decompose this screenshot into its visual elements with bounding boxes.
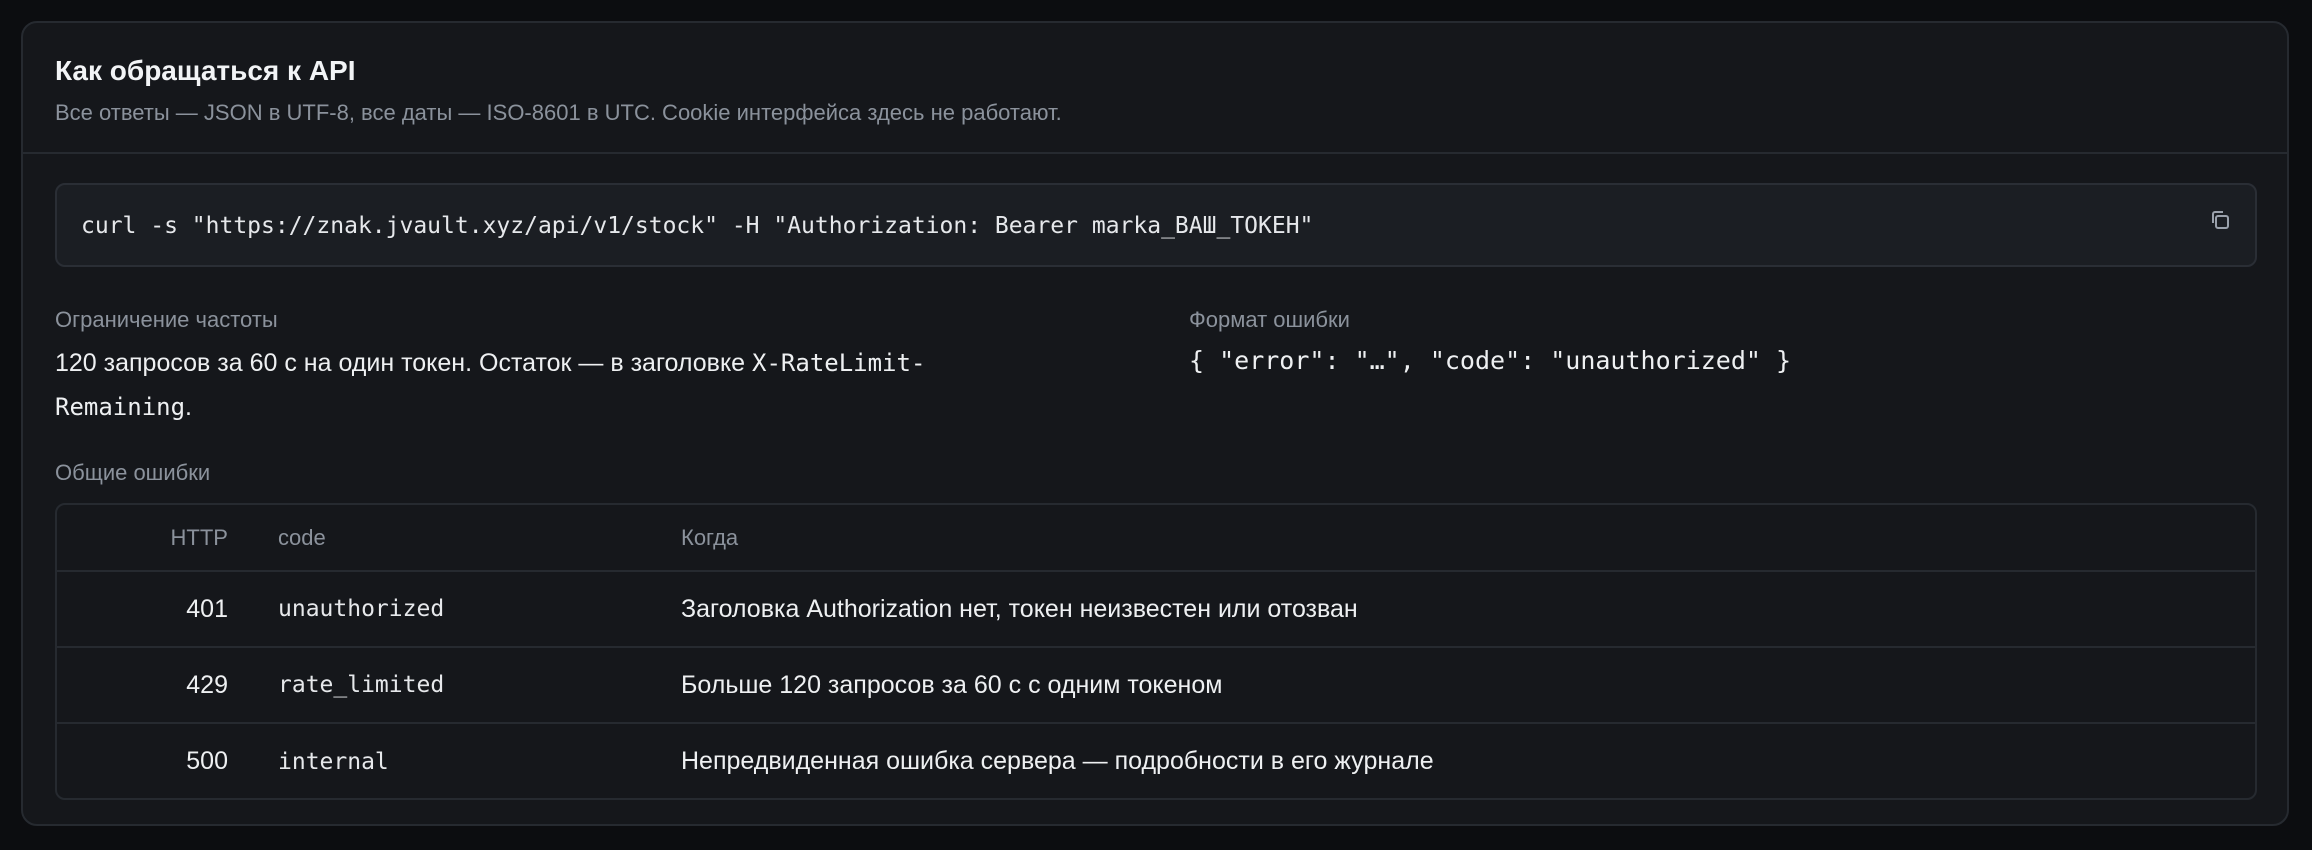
table-row: 429 rate_limited Больше 120 запросов за … bbox=[57, 647, 2255, 723]
curl-command[interactable]: curl -s "https://znak.jvault.xyz/api/v1/… bbox=[81, 211, 1313, 241]
column-header-when: Когда bbox=[681, 524, 739, 550]
column-header-http: HTTP bbox=[170, 524, 228, 550]
column-header-code: code bbox=[278, 524, 326, 550]
error-description: Заголовка Authorization нет, токен неизв… bbox=[681, 594, 1358, 623]
rate-limit-label: Ограничение частоты bbox=[55, 307, 278, 332]
card-header: Как обращаться к API Все ответы — JSON в… bbox=[23, 23, 2287, 154]
card-title: Как обращаться к API bbox=[55, 55, 356, 86]
common-errors-label: Общие ошибки bbox=[55, 460, 211, 485]
copy-icon[interactable] bbox=[2207, 207, 2233, 233]
rate-limit-text-main: 120 запросов за 60 с на один токен. Оста… bbox=[55, 349, 753, 377]
error-description: Больше 120 запросов за 60 с с одним токе… bbox=[681, 670, 1223, 699]
rate-limit-header-name: X-RateLimit- bbox=[752, 349, 926, 377]
http-status: 500 bbox=[186, 747, 228, 775]
table-row: 500 internal Непредвиденная ошибка серве… bbox=[57, 723, 2255, 798]
card-subtitle: Все ответы — JSON в UTF-8, все даты — IS… bbox=[55, 100, 1062, 125]
error-code: internal bbox=[278, 748, 389, 775]
rate-limit-text-end: . bbox=[185, 393, 192, 421]
rate-limit-text: 120 запросов за 60 с на один токен. Оста… bbox=[55, 341, 1115, 429]
rate-limit-header-name-cont: Remaining bbox=[55, 393, 186, 421]
http-status: 401 bbox=[186, 594, 228, 623]
error-code: rate_limited bbox=[278, 672, 445, 698]
error-description: Непредвиденная ошибка сервера — подробно… bbox=[681, 747, 1434, 775]
error-format-label: Формат ошибки bbox=[1189, 307, 1350, 332]
table-header-row: HTTP code Когда bbox=[57, 505, 2255, 571]
http-status: 429 bbox=[186, 670, 228, 699]
error-format-example: { "error": "…", "code": "unauthorized" } bbox=[1189, 346, 1792, 375]
table-row: 401 unauthorized Заголовка Authorization… bbox=[57, 571, 2255, 647]
api-usage-card: Как обращаться к API Все ответы — JSON в… bbox=[21, 21, 2289, 826]
errors-table: HTTP code Когда 401 unauthorized Заголов… bbox=[55, 503, 2257, 800]
error-code: unauthorized bbox=[278, 596, 445, 622]
curl-example-block: curl -s "https://znak.jvault.xyz/api/v1/… bbox=[55, 183, 2257, 267]
